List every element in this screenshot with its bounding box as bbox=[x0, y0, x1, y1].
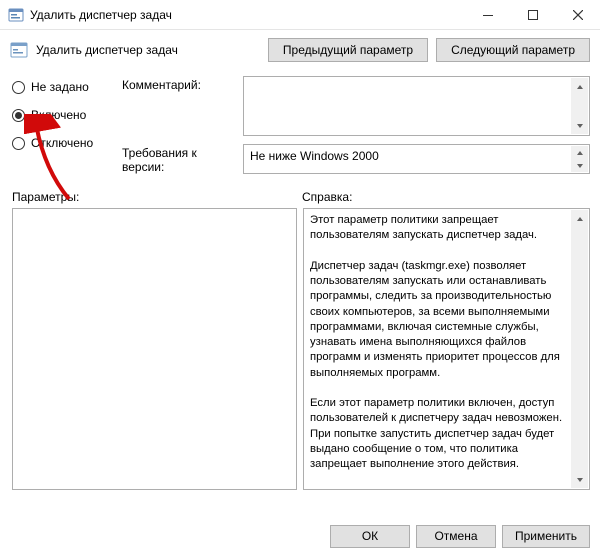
lower-pane: Этот параметр политики запрещает пользов… bbox=[0, 208, 600, 490]
previous-setting-button[interactable]: Предыдущий параметр bbox=[268, 38, 428, 62]
scroll-down-icon bbox=[571, 159, 588, 172]
requirements-label: Требования к версии: bbox=[122, 144, 237, 174]
comment-label: Комментарий: bbox=[122, 76, 237, 92]
scrollbar[interactable] bbox=[571, 78, 588, 134]
options-label: Параметры: bbox=[12, 190, 302, 204]
state-radio-group: Не задано Включено Отключено bbox=[12, 76, 112, 150]
cancel-button[interactable]: Отмена bbox=[416, 525, 496, 548]
fields-grid: Комментарий: Требования к версии: Не ниж… bbox=[122, 76, 590, 176]
close-button[interactable] bbox=[555, 0, 600, 30]
setting-title: Удалить диспетчер задач bbox=[36, 43, 260, 57]
apply-button[interactable]: Применить bbox=[502, 525, 590, 548]
help-text: Этот параметр политики запрещает пользов… bbox=[310, 213, 567, 485]
scrollbar[interactable] bbox=[571, 210, 588, 488]
dialog-buttons: ОК Отмена Применить bbox=[330, 525, 590, 548]
radio-not-configured[interactable]: Не задано bbox=[12, 80, 112, 94]
radio-label: Не задано bbox=[31, 80, 89, 94]
scrollbar[interactable] bbox=[571, 146, 588, 172]
title-bar: Удалить диспетчер задач bbox=[0, 0, 600, 30]
scroll-up-icon bbox=[571, 78, 588, 95]
help-pane: Этот параметр политики запрещает пользов… bbox=[303, 208, 590, 490]
comment-textarea[interactable] bbox=[243, 76, 590, 136]
requirements-box: Не ниже Windows 2000 bbox=[243, 144, 590, 174]
radio-icon bbox=[12, 137, 25, 150]
radio-icon bbox=[12, 81, 25, 94]
mid-labels: Параметры: Справка: bbox=[0, 176, 600, 208]
minimize-button[interactable] bbox=[465, 0, 510, 30]
radio-enabled[interactable]: Включено bbox=[12, 108, 112, 122]
policy-icon bbox=[10, 41, 28, 59]
app-icon bbox=[8, 7, 24, 23]
scroll-down-icon bbox=[571, 117, 588, 134]
options-pane bbox=[12, 208, 297, 490]
radio-icon bbox=[12, 109, 25, 122]
ok-button[interactable]: ОК bbox=[330, 525, 410, 548]
radio-label: Отключено bbox=[31, 136, 93, 150]
window-title: Удалить диспетчер задач bbox=[30, 8, 172, 22]
scroll-up-icon bbox=[571, 210, 588, 227]
upper-pane: Не задано Включено Отключено Комментарий… bbox=[0, 70, 600, 176]
radio-disabled[interactable]: Отключено bbox=[12, 136, 112, 150]
help-label: Справка: bbox=[302, 190, 590, 204]
radio-label: Включено bbox=[31, 108, 86, 122]
next-setting-button[interactable]: Следующий параметр bbox=[436, 38, 590, 62]
scroll-down-icon bbox=[571, 471, 588, 488]
scroll-up-icon bbox=[571, 146, 588, 159]
header-row: Удалить диспетчер задач Предыдущий парам… bbox=[0, 30, 600, 70]
requirements-value: Не ниже Windows 2000 bbox=[250, 149, 379, 163]
maximize-button[interactable] bbox=[510, 0, 555, 30]
